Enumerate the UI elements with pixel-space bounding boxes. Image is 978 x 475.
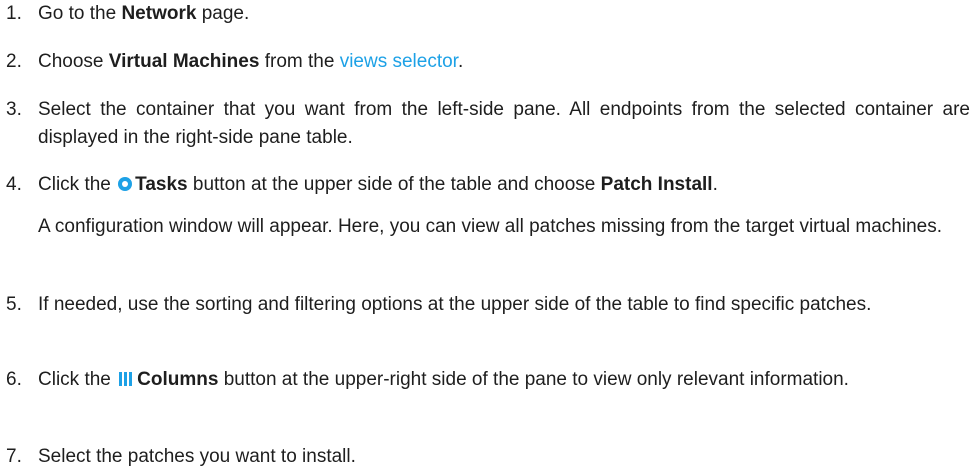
step-text-part: . [457,51,464,72]
step-number: 4. [6,174,22,195]
patch-install-label: Patch Install [600,174,713,195]
step-number: 5. [6,294,22,315]
network-page-name: Network [121,3,197,24]
step-4: 4. Click the Tasks button at the upper s… [0,171,978,241]
columns-button-label: Columns [137,369,219,390]
step-text: Select the container that you want from … [38,99,970,148]
step-text: Choose Virtual Machines from the views s… [38,48,970,76]
step-number: 6. [6,369,22,390]
step-text-part: Go to the [38,3,122,24]
step-text-part: page. [196,3,250,24]
step-3: 3. Select the container that you want fr… [0,96,978,152]
step-text-part: Choose [38,51,109,72]
step-text: Click the Columns button at the upper-ri… [38,366,970,394]
step-number: 3. [6,99,22,120]
virtual-machines-label: Virtual Machines [108,51,260,72]
step-5: 5. If needed, use the sorting and filter… [0,291,978,319]
step-text-part: button at the upper-right side of the pa… [218,369,849,390]
step-text: Click the Tasks button at the upper side… [38,171,970,199]
step-text: If needed, use the sorting and filtering… [38,294,872,315]
views-selector-link[interactable]: views selector [340,51,458,72]
step-text-part: Click the [38,369,117,390]
step-6: 6. Click the Columns button at the upper… [0,366,978,394]
step-number: 7. [6,446,22,467]
step-1: 1. Go to the Network page. [0,0,978,28]
columns-icon [119,372,134,386]
step-number: 2. [6,51,22,72]
tasks-button-label: Tasks [135,174,188,195]
step-text: Go to the Network page. [38,0,970,28]
step-text-part: Click the [38,174,117,195]
step-7: 7. Select the patches you want to instal… [0,443,978,471]
step-number: 1. [6,3,22,24]
step-text-part: from the [259,51,340,72]
step-text-part: button at the upper side of the table an… [187,174,601,195]
step-text: Select the patches you want to install. [38,446,356,467]
document: 1. Go to the Network page. 2. Choose Vir… [0,0,978,475]
step-note: A configuration window will appear. Here… [38,216,942,237]
step-text-part: . [712,174,718,195]
tasks-icon [118,177,133,191]
step-2: 2. Choose Virtual Machines from the view… [0,48,978,76]
